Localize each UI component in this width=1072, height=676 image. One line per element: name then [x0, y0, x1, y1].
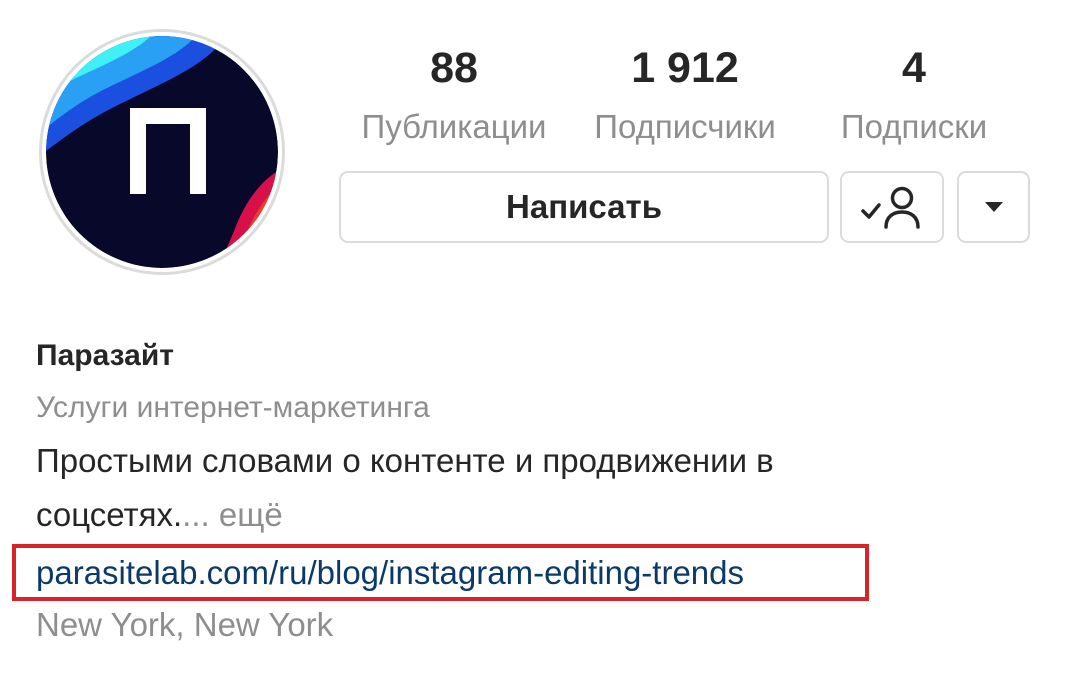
- followers-count: 1 912: [631, 44, 739, 92]
- profile-location: New York, New York: [36, 606, 334, 643]
- posts-label: Публикации: [361, 108, 547, 145]
- message-button-label: Написать: [506, 188, 662, 225]
- stat-posts[interactable]: 88 Публикации: [344, 38, 564, 152]
- profile-avatar[interactable]: [39, 29, 285, 275]
- profile-website-link[interactable]: parasitelab.com/ru/blog/instagram-editin…: [36, 544, 744, 601]
- following-count: 4: [902, 44, 926, 92]
- profile-category: Услуги интернет-маркетинга: [36, 391, 430, 424]
- stat-following[interactable]: 4 Подписки: [816, 38, 1012, 152]
- posts-count: 88: [430, 44, 478, 92]
- person-check-icon: [861, 186, 920, 229]
- message-button[interactable]: Написать: [339, 171, 829, 243]
- profile-name: Паразайт: [36, 339, 174, 372]
- followers-label: Подписчики: [594, 108, 776, 145]
- brand-logo-icon: [46, 36, 278, 268]
- bio-description: Простыми словами о контенте и продвижени…: [36, 442, 774, 533]
- stat-followers[interactable]: 1 912 Подписчики: [572, 38, 798, 152]
- caret-down-icon: [984, 202, 1003, 212]
- bio-more-link[interactable]: ... ещё: [182, 496, 283, 533]
- more-options-button[interactable]: [957, 171, 1030, 243]
- profile-bio: Паразайт Услуги интернет-маркетинга Прос…: [12, 330, 1036, 643]
- following-label: Подписки: [840, 108, 988, 145]
- bio-text: Простыми словами о контенте и продвижени…: [36, 434, 896, 542]
- following-button[interactable]: [840, 171, 944, 243]
- profile-header: 88 Публикации 1 912 Подписчики 4 Подписк…: [0, 0, 1072, 676]
